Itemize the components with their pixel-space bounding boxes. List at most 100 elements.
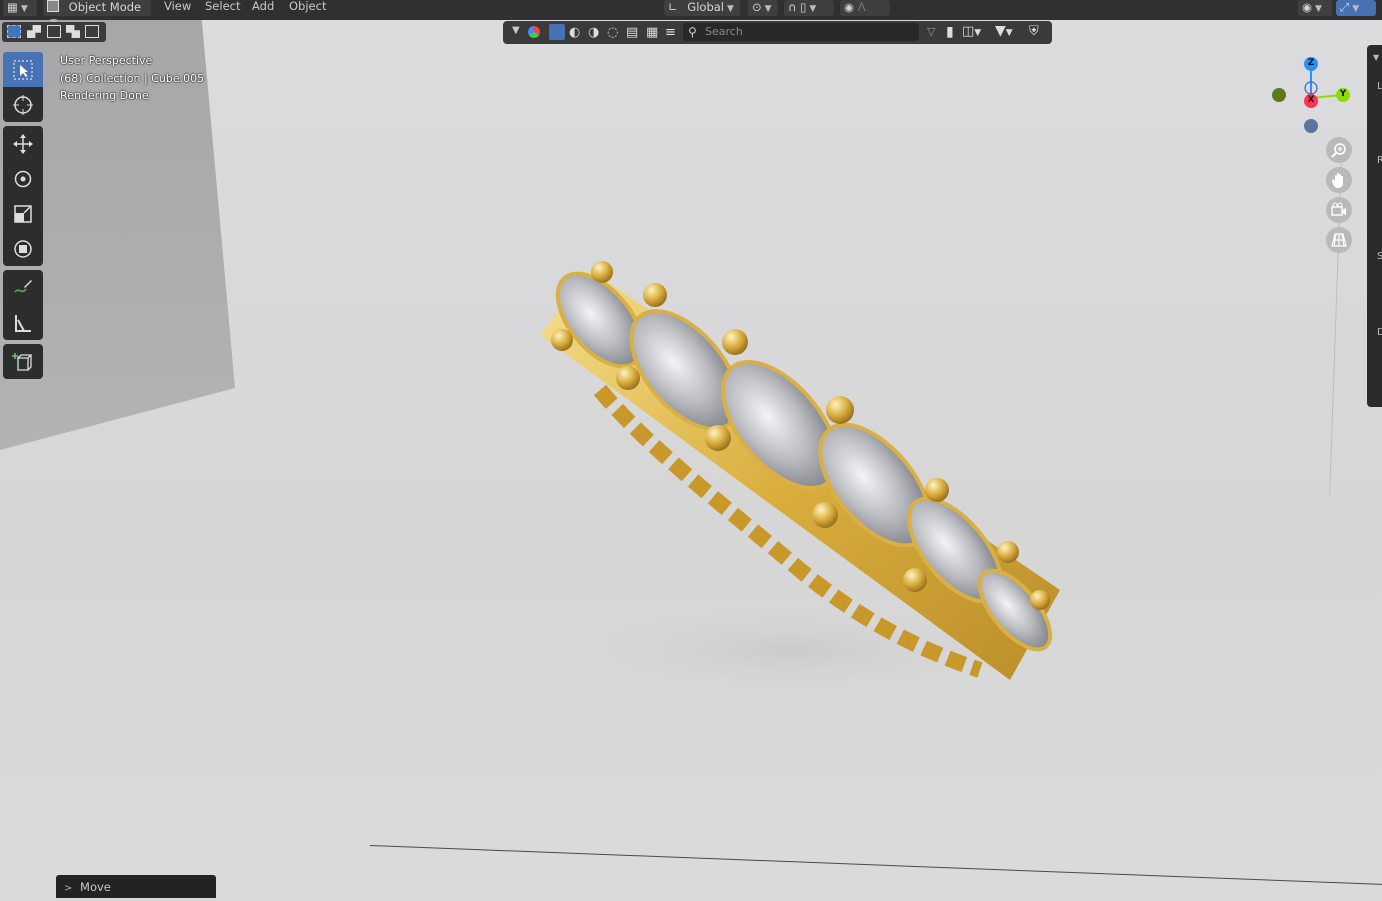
visibility-dropdown[interactable]: ◉ ▼ [1298,0,1332,16]
select-box-tool[interactable] [3,52,43,87]
render-status: Rendering Done [60,89,149,102]
select-invert-icon[interactable] [66,25,80,38]
move-tool[interactable] [3,126,43,161]
eye-icon: ◉ [1302,0,1313,14]
sidebar-tab-letter[interactable]: D [1377,327,1382,338]
editor-type-icon: ▦ [7,0,18,14]
cursor-tool[interactable] [3,87,43,122]
sidebar-tab-letter[interactable]: R [1377,155,1382,166]
3d-viewport[interactable]: User Perspective (68) Collection | Cube.… [0,0,1382,898]
move-icon [13,133,33,154]
display-mode-icon[interactable]: ◫▼ [962,24,981,39]
select-subtract-icon[interactable] [47,25,61,38]
proportional-editing-toggle[interactable]: ◉ Λ [840,0,890,16]
operator-label: Move [80,880,111,894]
menu-view[interactable]: View [164,0,191,14]
gizmo-neg-y-axis[interactable] [1272,88,1286,102]
menu-add[interactable]: Add [252,0,274,14]
annotate-icon [14,279,32,293]
camera-view-button[interactable] [1326,197,1352,223]
camera-icon [1331,202,1346,216]
scale-icon [14,204,32,223]
magnet-icon: ∩ [788,0,797,14]
pivot-icon: ⊙ [752,0,762,14]
material-shading-icon[interactable]: ◐ [569,25,580,40]
transform-icon [14,239,32,258]
shield-icon[interactable]: ⛨ [1029,24,1039,39]
transform-tool[interactable] [3,231,43,266]
snap-toggle[interactable]: ∩ ▯ ▼ [784,0,834,16]
chevron-down-icon: ▼ [1352,4,1360,14]
add-cube-icon [12,352,33,371]
selection-mode-bar [2,22,106,42]
measure-icon [15,314,31,332]
gizmo-toggle[interactable]: ⤢ ▼ [1336,0,1376,16]
rotate-icon [14,170,32,187]
select-extend-icon[interactable] [27,25,41,38]
filter-list-icon[interactable]: ≡ [665,25,676,40]
gizmo-icon: ⤢ [1340,0,1350,14]
select-intersect-icon[interactable] [85,25,99,38]
zoom-button[interactable] [1326,137,1352,163]
perspective-toggle-button[interactable] [1326,227,1352,253]
chevron-down-icon: ▼ [726,4,734,14]
view-name: User Perspective [60,54,153,67]
sidebar-tab-letter[interactable]: S [1377,251,1382,262]
sidebar-tabs[interactable]: ▼ L R S D [1367,45,1382,407]
zoom-icon [1331,143,1346,158]
measure-tool[interactable] [3,305,43,340]
scale-tool[interactable] [3,196,43,231]
select-box-icon [13,60,33,79]
select-new-icon[interactable] [7,25,21,38]
orientation-label: Global [687,0,724,14]
mode-dropdown[interactable]: Object Mode▼ [43,0,151,28]
sidebar-tab-letter[interactable]: L [1377,81,1382,92]
collection-icon[interactable]: ▦ [646,25,658,40]
orientation-icon: ∟ [668,0,678,14]
tool-shelf [3,52,43,383]
cursor-icon [13,94,33,115]
editor-type-button[interactable]: ▦ ▼ [3,0,37,16]
chevron-down-icon: ▼ [764,4,772,14]
chevron-down-icon: ▼ [1315,4,1322,14]
pivot-point-dropdown[interactable]: ⊙ ▼ [748,0,778,16]
mode-label: Object Mode [68,0,142,14]
proportional-icon: ◉ [844,0,855,14]
search-input[interactable]: ⚲ Search [683,23,919,41]
chevron-down-icon[interactable]: ▼ [512,25,520,36]
gizmo-z-axis[interactable]: Z [1304,57,1318,71]
gizmo-y-axis[interactable]: Y [1336,88,1350,102]
xray-icon[interactable]: ▤ [626,25,638,40]
gizmo-neg-z-axis[interactable] [1304,119,1318,133]
ring-render[interactable] [500,250,1080,700]
search-placeholder: Search [705,25,743,38]
viewport-header: ▦▼ Object Mode▼ View Select Add Object ∟… [0,0,1382,28]
transform-orientation-dropdown[interactable]: ∟ Global ▼ [664,0,740,16]
bookmark-icon[interactable]: ▮ [946,24,954,40]
rendered-shading-icon[interactable]: ◑ [588,25,599,40]
grid-icon [1331,233,1347,247]
menu-object[interactable]: Object [289,0,326,14]
sidebar-chevron-icon[interactable]: ▼ [1373,53,1379,62]
annotate-tool[interactable] [3,270,43,305]
last-operator-panel[interactable]: > Move [56,875,216,898]
pan-button[interactable] [1326,167,1352,193]
chevron-down-icon[interactable]: ▽ [927,25,935,38]
chevron-right-icon: > [64,883,73,894]
snap-increment-icon: ▯ [800,0,807,14]
rotate-tool[interactable] [3,161,43,196]
chevron-down-icon: ▼ [809,4,817,14]
overlay-icon[interactable]: ◌ [607,25,618,40]
menu-select[interactable]: Select [205,0,240,14]
add-cube-tool[interactable] [3,344,43,379]
chevron-down-icon: ▼ [20,4,28,14]
gizmo-x-axis[interactable]: X [1304,94,1318,108]
hand-icon [1331,173,1343,188]
object-mode-icon [47,0,59,12]
floor-edge-line [369,845,1382,886]
solid-shading-icon[interactable] [549,24,565,40]
search-icon: ⚲ [688,25,697,39]
funnel-icon[interactable]: ▼▼ [995,23,1013,39]
collection-info: (68) Collection | Cube.005 [60,72,205,85]
color-palette-icon[interactable] [528,26,540,38]
